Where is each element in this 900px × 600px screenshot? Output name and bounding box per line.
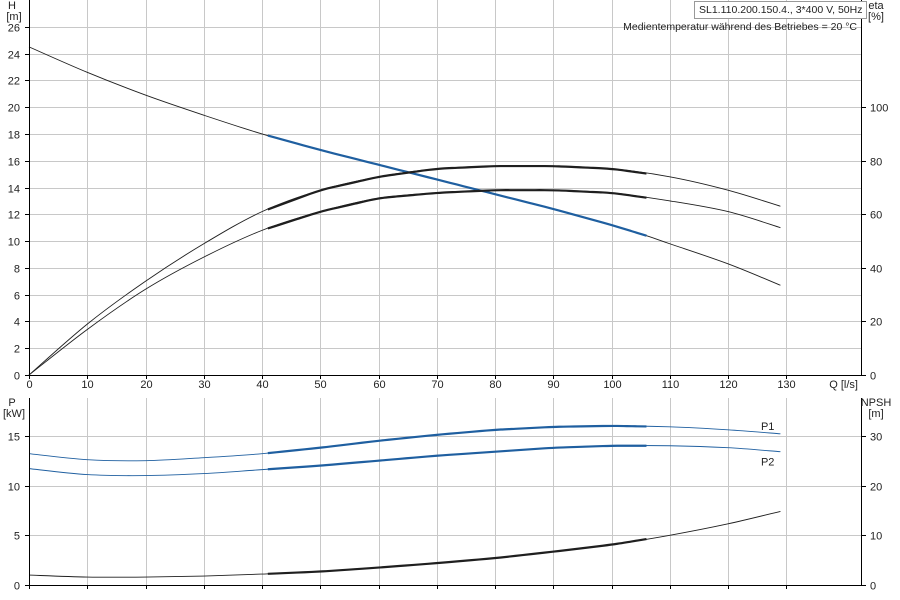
left-tick-label: 10 (8, 482, 20, 494)
pump-model-label: SL1.110.200.150.4., 3*400 V, 50Hz (694, 1, 868, 19)
left-tick-label: 6 (14, 291, 20, 303)
curve-eta-lower (28, 189, 781, 376)
curve-eta-upper (28, 165, 781, 376)
curve-h (28, 46, 781, 286)
left-tick-label: 5 (14, 531, 20, 543)
right-tick-label: 10 (870, 531, 882, 543)
text-layer: 024681012141618202224260204060801000 10 20… (3, 0, 891, 593)
pump-performance-chart: 024681012141618202224260204060801000 10 20… (3, 0, 891, 593)
left-tick-label: 0 (14, 371, 20, 383)
curve-layer (28, 46, 781, 578)
operating-range-eta-upper (267, 164, 647, 211)
grid-layer (29, 0, 862, 586)
left-tick-label: 10 (8, 237, 20, 249)
left-tick-label: 4 (14, 317, 20, 329)
left-tick-label: 26 (8, 23, 20, 35)
right-tick-label: 40 (870, 264, 882, 276)
left-tick-label: 8 (14, 264, 20, 276)
right-tick-label: 0 (870, 581, 876, 593)
series-label-p1: P1 (761, 421, 774, 433)
right-tick-label: 80 (870, 157, 882, 169)
right-tick-label: 30 (870, 432, 882, 444)
operating-range-npsh (267, 537, 647, 575)
x-tick-label: 40 (256, 379, 268, 391)
right-tick-label: 100 (870, 103, 888, 115)
right-tick-label: 60 (870, 210, 882, 222)
left-tick-label: 24 (8, 50, 20, 62)
x-tick-label: 60 (373, 379, 385, 391)
left-tick-label: 2 (14, 344, 20, 356)
left-tick-label: 16 (8, 157, 20, 169)
left-axis-unit: [m] (6, 11, 21, 23)
right-tick-label: 20 (870, 482, 882, 494)
left-tick-label: 22 (8, 76, 20, 88)
axis-layer (25, 0, 866, 589)
curve-p1 (28, 425, 781, 462)
x-tick-label: 120 (719, 379, 737, 391)
x-tick-label: 90 (547, 379, 559, 391)
left-tick-label: 20 (8, 103, 20, 115)
temperature-note: Medientemperatur während des Betriebes =… (623, 21, 857, 33)
curve-npsh (28, 510, 781, 578)
left-tick-label: 12 (8, 210, 20, 222)
operating-range-h (267, 134, 647, 237)
x-tick-label: 0 (26, 379, 32, 391)
left-axis-unit: [kW] (3, 408, 25, 420)
left-tick-label: 18 (8, 130, 20, 142)
x-tick-label: 100 (603, 379, 621, 391)
right-tick-label: 0 (870, 371, 876, 383)
x-tick-label: 20 (140, 379, 152, 391)
x-tick-label: 30 (198, 379, 210, 391)
left-tick-label: 0 (14, 581, 20, 593)
right-axis-unit: [%] (868, 11, 884, 23)
right-axis-unit: [m] (868, 408, 883, 420)
operating-range-p2 (267, 444, 647, 471)
x-tick-label: 110 (662, 379, 680, 391)
x-tick-label: 70 (431, 379, 443, 391)
left-tick-label: 15 (8, 432, 20, 444)
operating-range-eta-lower (267, 189, 647, 230)
x-axis-label: Q [l/s] (829, 379, 858, 391)
x-tick-label: 80 (489, 379, 501, 391)
x-tick-label: 10 (81, 379, 93, 391)
x-tick-label: 130 (777, 379, 795, 391)
series-label-p2: P2 (761, 457, 774, 469)
left-tick-label: 14 (8, 184, 20, 196)
x-tick-label: 50 (314, 379, 326, 391)
right-tick-label: 20 (870, 317, 882, 329)
operating-range-p1 (267, 424, 647, 455)
